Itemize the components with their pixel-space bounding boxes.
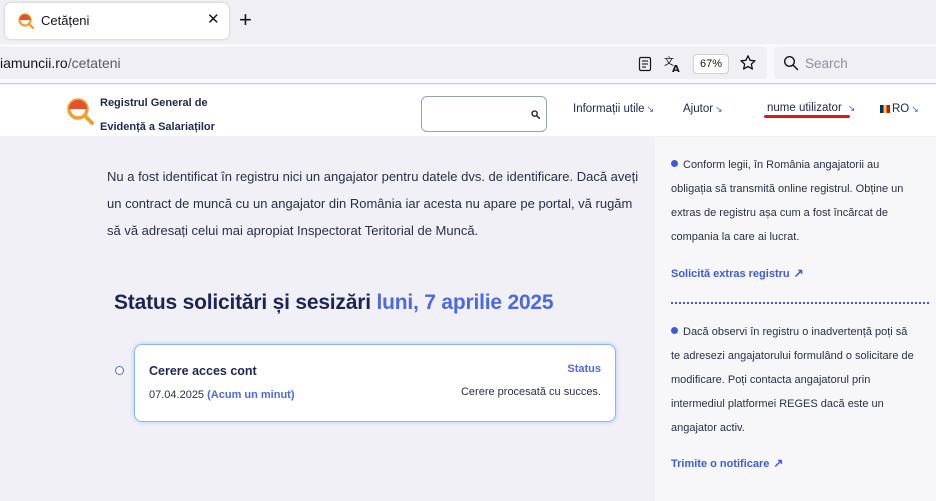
nav-help-label: Ajutor xyxy=(683,103,714,115)
arrow-down-right-icon: ↘ xyxy=(911,104,919,114)
site-name-line2: Evidență a Salariaților xyxy=(100,121,215,133)
url-bar[interactable]: iamuncii.ro/cetateni 文 A 67% xyxy=(0,47,767,79)
request-status-label: Status xyxy=(567,363,601,375)
site-search-input[interactable] xyxy=(421,96,547,132)
request-extract-link[interactable]: Solicită extras registru ↗ xyxy=(671,266,804,280)
nav-user-menu[interactable]: nume utilizator ↘ xyxy=(767,102,855,114)
sidebar-block-notification: Dacă observi în registru o inadvertență … xyxy=(671,320,916,440)
request-title: Cerere acces cont xyxy=(149,364,257,378)
bullet-icon xyxy=(671,160,678,167)
info-sidebar: Conform legii, în România angajatorii au… xyxy=(655,137,936,501)
external-arrow-icon: ↗ xyxy=(793,266,804,280)
translate-icon[interactable]: 文 A xyxy=(663,55,683,73)
sidebar-divider xyxy=(671,302,929,304)
nav-info-label: Informații utile xyxy=(573,103,645,115)
browser-navbar: iamuncii.ro/cetateni 文 A 67% Search xyxy=(0,44,936,84)
no-employer-message: Nu a fost identificat în registru nici u… xyxy=(107,169,639,238)
external-arrow-icon: ↗ xyxy=(773,456,784,470)
url-path: /cetateni xyxy=(67,55,121,71)
zoom-level-button[interactable]: 67% xyxy=(693,54,729,74)
request-relative-time: (Acum un minut) xyxy=(207,389,295,401)
sidebar-block-notification-text: Dacă observi în registru o inadvertență … xyxy=(671,326,914,434)
svg-text:A: A xyxy=(672,64,680,73)
status-heading-date: luni, 7 aprilie 2025 xyxy=(376,291,554,314)
arrow-down-right-icon: ↘ xyxy=(715,104,723,114)
site-search-icon[interactable] xyxy=(531,110,540,119)
new-tab-icon[interactable]: + xyxy=(239,9,252,31)
page-content: Registrul General de Evidență a Salariaț… xyxy=(0,85,936,501)
nav-language-label: RO xyxy=(892,103,910,115)
browser-tab[interactable]: Cetățeni ✕ xyxy=(5,3,229,39)
reader-view-icon[interactable] xyxy=(637,56,653,72)
search-icon xyxy=(783,55,799,71)
nav-user-label: nume utilizator xyxy=(767,102,842,114)
arrow-down-right-icon: ↘ xyxy=(847,103,856,113)
timeline-dot xyxy=(115,366,124,375)
bullet-icon xyxy=(671,327,678,334)
sidebar-block-registry-text: Conform legii, în România angajatorii au… xyxy=(671,159,904,243)
site-logo-icon[interactable] xyxy=(66,97,94,125)
site-favicon-icon xyxy=(18,13,34,29)
request-result: Cerere procesată cu succes. xyxy=(460,386,601,398)
sidebar-block-registry: Conform legii, în România angajatorii au… xyxy=(671,153,916,249)
site-name-line1: Registrul General de xyxy=(100,97,208,109)
send-notification-link[interactable]: Trimite o notificare ↗ xyxy=(671,456,783,470)
request-date-value: 07.04.2025 xyxy=(149,389,205,401)
arrow-down-right-icon: ↘ xyxy=(646,104,655,114)
request-extract-label: Solicită extras registru xyxy=(671,268,790,280)
request-date: 07.04.2025 (Acum un minut) xyxy=(149,389,295,401)
status-heading-title: Status solicitări și sesizări xyxy=(114,291,371,314)
nav-language-menu[interactable]: RO ↘ xyxy=(880,103,919,115)
url-text[interactable]: iamuncii.ro/cetateni xyxy=(0,55,121,71)
romania-flag-icon xyxy=(880,104,890,113)
tab-close-icon[interactable]: ✕ xyxy=(207,12,220,28)
nav-info-link[interactable]: Informații utile ↘ xyxy=(573,103,654,115)
site-header: Registrul General de Evidență a Salariaț… xyxy=(0,85,936,136)
send-notification-label: Trimite o notificare xyxy=(671,458,770,470)
browser-search-box[interactable]: Search xyxy=(774,47,936,79)
status-heading: Status solicitări și sesizări luni, 7 ap… xyxy=(114,291,554,315)
request-card[interactable]: Cerere acces cont Status 07.04.2025 (Acu… xyxy=(134,344,616,422)
tab-title: Cetățeni xyxy=(41,13,90,28)
user-highlight-underline xyxy=(764,115,850,118)
site-name[interactable]: Registrul General de Evidență a Salariaț… xyxy=(100,91,250,139)
nav-help-link[interactable]: Ajutor ↘ xyxy=(683,103,723,115)
search-placeholder: Search xyxy=(805,56,848,71)
url-host: iamuncii.ro xyxy=(0,55,68,71)
browser-tabstrip: Cetățeni ✕ + xyxy=(0,0,936,44)
bookmark-star-icon[interactable] xyxy=(739,54,757,72)
